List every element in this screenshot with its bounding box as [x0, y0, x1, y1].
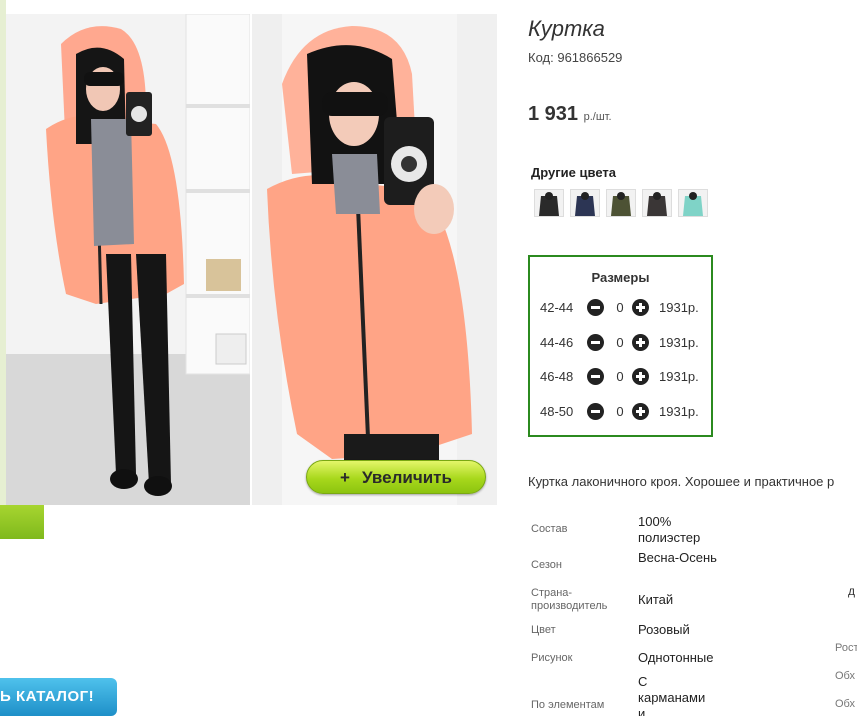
- size-price: 1931р.: [659, 300, 699, 315]
- size-label: 46-48: [540, 369, 574, 384]
- size-label: 42-44: [540, 300, 574, 315]
- product-code-value: 961866529: [557, 50, 623, 65]
- size-quantity: 0: [616, 369, 624, 384]
- spec-value: 100% полиэстер: [638, 514, 701, 545]
- other-colors-heading: Другие цвета: [531, 165, 616, 180]
- plus-circle-icon[interactable]: [632, 334, 649, 351]
- size-row: 42-44 0 1931р.: [540, 298, 710, 318]
- swatch-olive[interactable]: [606, 189, 636, 217]
- olive-jacket-thumb-icon: [607, 190, 635, 216]
- plus-circle-icon[interactable]: [632, 299, 649, 316]
- sizes-panel: Размеры 42-44 0 1931р. 44-46 0 1931р. 46…: [528, 255, 713, 437]
- size-row: 48-50 0 1931р.: [540, 402, 710, 422]
- size-label: 48-50: [540, 404, 574, 419]
- product-description: Куртка лаконичного кроя. Хорошее и практ…: [528, 474, 835, 489]
- cut-off-text: Обх: [835, 698, 855, 710]
- product-code: Код: 961866529: [528, 50, 622, 65]
- size-quantity: 0: [616, 300, 624, 315]
- mint-jacket-thumb-icon: [679, 190, 707, 216]
- black-jacket-thumb-icon: [535, 190, 563, 216]
- spec-value: Весна-Осень: [638, 550, 717, 565]
- photo-2-illustration: [252, 14, 497, 505]
- spec-key: По элементам: [531, 699, 605, 711]
- spec-key: Состав: [531, 523, 568, 535]
- size-quantity: 0: [616, 335, 624, 350]
- size-quantity: 0: [616, 404, 624, 419]
- size-row: 46-48 0 1931р.: [540, 367, 710, 387]
- left-green-tab[interactable]: [0, 505, 44, 539]
- spec-key: Цвет: [531, 624, 556, 636]
- spec-value: Китай: [638, 592, 674, 607]
- price-unit: р./шт.: [583, 111, 612, 123]
- zoom-button[interactable]: + Увеличить: [306, 460, 486, 494]
- spec-value: Однотонные: [638, 650, 714, 665]
- size-row: 44-46 0 1931р.: [540, 333, 710, 353]
- product-photo-1[interactable]: [6, 14, 250, 505]
- swatch-black[interactable]: [534, 189, 564, 217]
- plus-circle-icon[interactable]: [632, 368, 649, 385]
- cut-off-text: Обх: [835, 670, 855, 682]
- cut-off-text: Рост: [835, 642, 857, 654]
- spec-value: С карманами и: [638, 674, 706, 716]
- plus-circle-icon[interactable]: [632, 403, 649, 420]
- navy-jacket-thumb-icon: [571, 190, 599, 216]
- spec-key: Сезон: [531, 559, 562, 571]
- product-photo-2[interactable]: [252, 14, 497, 505]
- sizes-heading: Размеры: [591, 270, 650, 285]
- swatch-navy[interactable]: [570, 189, 600, 217]
- minus-icon[interactable]: [587, 299, 604, 316]
- catalog-button[interactable]: Ь КАТАЛОГ!: [0, 678, 117, 716]
- size-price: 1931р.: [659, 335, 699, 350]
- cut-off-text: д: [848, 584, 856, 598]
- product-title: Куртка: [528, 16, 605, 41]
- size-price: 1931р.: [659, 404, 699, 419]
- price-value: 1 931: [528, 103, 579, 125]
- spec-value: Розовый: [638, 622, 690, 637]
- color-swatches: [534, 189, 708, 217]
- minus-icon[interactable]: [587, 403, 604, 420]
- product-code-label: Код:: [528, 50, 554, 65]
- size-price: 1931р.: [659, 369, 699, 384]
- swatch-dark[interactable]: [642, 189, 672, 217]
- photo-1-illustration: [6, 14, 250, 505]
- swatch-mint[interactable]: [678, 189, 708, 217]
- size-label: 44-46: [540, 335, 574, 350]
- product-price: 1 931 р./шт.: [528, 103, 612, 126]
- spec-key: Рисунок: [531, 652, 573, 664]
- minus-icon[interactable]: [587, 334, 604, 351]
- zoom-button-label: Увеличить: [361, 468, 452, 487]
- plus-icon: +: [340, 468, 350, 487]
- dark-jacket-thumb-icon: [643, 190, 671, 216]
- spec-key: Страна-производитель: [531, 587, 608, 612]
- minus-icon[interactable]: [587, 368, 604, 385]
